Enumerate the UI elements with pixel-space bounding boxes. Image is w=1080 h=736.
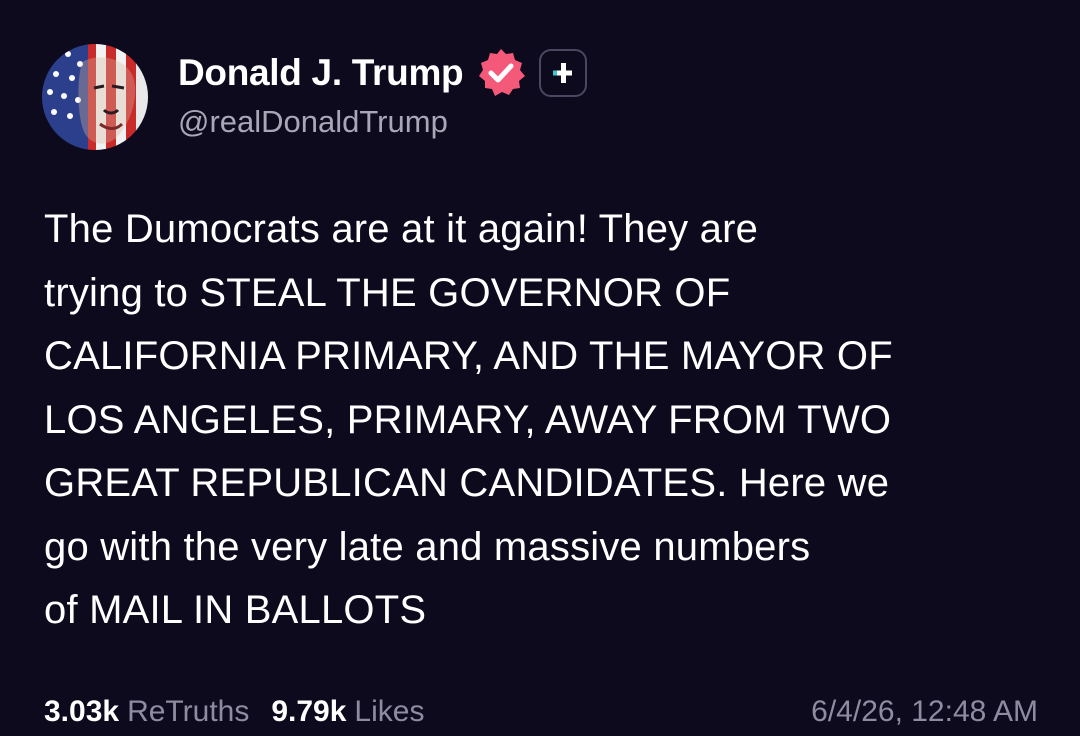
truth-post: Donald J. Trump @realDonaldTrump The Dum…: [0, 0, 1080, 736]
retruths-count[interactable]: 3.03k: [44, 695, 119, 729]
author-row: Donald J. Trump: [178, 47, 588, 99]
likes-count[interactable]: 9.79k: [271, 695, 346, 729]
retruths-label[interactable]: ReTruths: [127, 695, 249, 729]
flag-portrait-avatar-icon: [42, 44, 148, 150]
post-header: Donald J. Trump @realDonaldTrump: [178, 47, 588, 140]
plus-badge-icon[interactable]: [539, 49, 588, 97]
post-timestamp[interactable]: 6/4/26, 12:48 AM: [811, 695, 1038, 729]
avatar[interactable]: [42, 44, 148, 150]
author-handle[interactable]: @realDonaldTrump: [178, 104, 587, 140]
post-footer: 3.03k ReTruths 9.79k Likes 6/4/26, 12:48…: [44, 692, 1038, 732]
likes-label[interactable]: Likes: [354, 695, 424, 729]
author-display-name[interactable]: Donald J. Trump: [178, 52, 464, 94]
verified-badge-icon: [475, 47, 527, 99]
post-text: The Dumocrats are at it again! They are …: [44, 207, 893, 632]
